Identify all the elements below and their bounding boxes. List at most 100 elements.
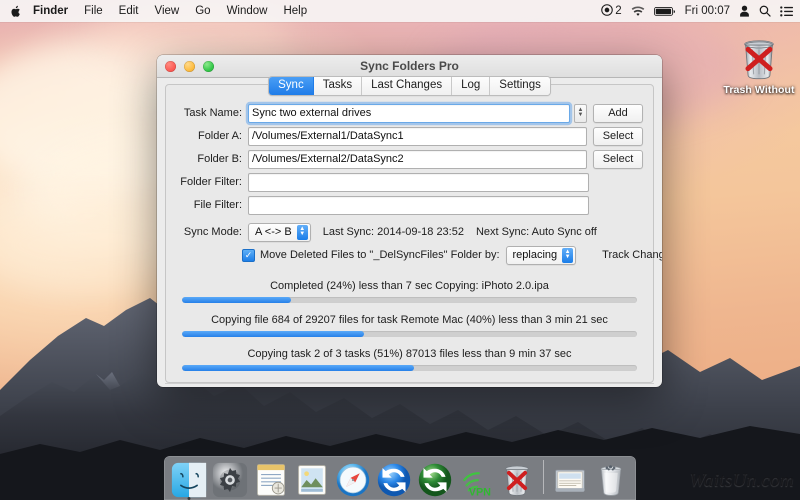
trash-without-icon <box>736 36 782 82</box>
dock-item-safari[interactable] <box>335 462 371 498</box>
progress-bar <box>182 331 637 337</box>
task-name-label: Task Name: <box>176 107 248 119</box>
task-name-row: Task Name: Sync two external drives ▲ ▼ … <box>176 104 643 122</box>
wifi-icon[interactable] <box>631 0 645 22</box>
window-footer: Sync Current Task Sync All Selected Task… <box>165 383 654 387</box>
add-button[interactable]: Add <box>593 104 643 123</box>
track-changes-label: Track Changes <box>602 249 662 261</box>
chevron-down-icon: ▼ <box>578 113 584 118</box>
move-deleted-checkbox[interactable]: ✓ <box>242 249 255 262</box>
tab-last-changes[interactable]: Last Changes <box>362 77 452 95</box>
folder-a-row: Folder A: /Volumes/External1/DataSync1 S… <box>176 127 643 145</box>
move-deleted-mode-select[interactable]: replacing ▲ ▼ <box>506 246 577 265</box>
user-icon[interactable] <box>739 0 750 22</box>
file-filter-row: File Filter: <box>176 196 643 214</box>
move-deleted-mode-value: replacing <box>513 249 558 261</box>
folder-filter-label: Folder Filter: <box>176 176 248 188</box>
folder-b-select-button[interactable]: Select <box>593 150 643 169</box>
move-deleted-row: ✓ Move Deleted Files to "_DelSyncFiles" … <box>176 246 643 264</box>
minimize-button[interactable] <box>184 61 195 72</box>
dock-item-sync-folders-blue[interactable] <box>376 462 412 498</box>
dock-item-system-preferences[interactable] <box>212 462 248 498</box>
window-titlebar[interactable]: Sync Folders Pro <box>157 55 662 78</box>
sync-form: Task Name: Sync two external drives ▲ ▼ … <box>166 85 653 264</box>
tab-sync[interactable]: Sync <box>269 77 314 95</box>
dock-item-documents-stack[interactable] <box>552 462 588 498</box>
progress-bar-fill <box>182 331 364 337</box>
desktop-icon-label: Trash Without <box>723 84 794 96</box>
dock-item-sync-folders-green[interactable] <box>417 462 453 498</box>
screen-record-status[interactable]: 2 <box>601 0 621 22</box>
record-circle-icon <box>601 4 613 19</box>
next-sync-label: Next Sync: Auto Sync off <box>476 226 597 238</box>
menu-bar: Finder File Edit View Go Window Help 2 <box>0 0 800 22</box>
menu-bar-left: Finder File Edit View Go Window Help <box>0 0 315 22</box>
progress-bar-fill <box>182 365 414 371</box>
notification-center-icon[interactable] <box>780 0 793 22</box>
apple-logo-icon[interactable] <box>7 0 25 22</box>
sync-panel: Sync Tasks Last Changes Log Settings Tas… <box>165 84 654 383</box>
zoom-button[interactable] <box>203 61 214 72</box>
chevron-down-icon: ▼ <box>299 232 305 237</box>
menu-bar-status: 2 Fri 00:07 <box>601 0 800 22</box>
progress-bar <box>182 365 637 371</box>
progress-item: Copying task 2 of 3 tasks (51%) 87013 fi… <box>182 348 637 371</box>
progress-status-text: Copying file 684 of 29207 files for task… <box>182 314 637 326</box>
sync-mode-value: A <-> B <box>255 226 292 238</box>
sync-mode-row: Sync Mode: A <-> B ▲ ▼ Last Sync: 2014-0… <box>176 223 643 241</box>
sync-mode-label: Sync Mode: <box>176 226 248 238</box>
file-filter-input[interactable] <box>248 196 589 215</box>
file-filter-label: File Filter: <box>176 199 248 211</box>
tab-log[interactable]: Log <box>452 77 490 95</box>
menu-item-view[interactable]: View <box>147 0 188 22</box>
chevron-down-icon: ▼ <box>565 255 571 260</box>
folder-a-input[interactable]: /Volumes/External1/DataSync1 <box>248 127 587 146</box>
clock-display[interactable]: Fri 00:07 <box>685 0 730 22</box>
folder-b-row: Folder B: /Volumes/External2/DataSync2 S… <box>176 150 643 168</box>
task-name-stepper[interactable]: ▲ ▼ <box>574 104 587 123</box>
folder-a-select-button[interactable]: Select <box>593 127 643 146</box>
dock-item-trash[interactable] <box>593 462 629 498</box>
dock-separator <box>543 460 544 494</box>
dock-item-finder[interactable] <box>171 462 207 498</box>
progress-item: Completed (24%) less than 7 sec Copying:… <box>182 280 637 303</box>
sync-mode-select[interactable]: A <-> B ▲ ▼ <box>248 223 311 242</box>
progress-bar <box>182 297 637 303</box>
progress-item: Copying file 684 of 29207 files for task… <box>182 314 637 337</box>
folder-a-label: Folder A: <box>176 130 248 142</box>
progress-section: Completed (24%) less than 7 sec Copying:… <box>166 264 653 371</box>
menu-item-edit[interactable]: Edit <box>111 0 147 22</box>
dock-item-vpn[interactable]: VPN <box>458 462 494 498</box>
tab-settings[interactable]: Settings <box>490 77 550 95</box>
task-name-input[interactable]: Sync two external drives <box>248 104 570 123</box>
tab-tasks[interactable]: Tasks <box>314 77 362 95</box>
sync-folders-pro-window: Sync Folders Pro Sync Tasks Last Changes… <box>157 55 662 387</box>
record-count: 2 <box>615 5 621 17</box>
dock-item-textedit[interactable] <box>253 462 289 498</box>
progress-status-text: Copying task 2 of 3 tasks (51%) 87013 fi… <box>182 348 637 360</box>
move-mode-stepper-icon: ▲ ▼ <box>562 248 573 263</box>
last-sync-label: Last Sync: 2014-09-18 23:52 <box>323 226 464 238</box>
menu-item-help[interactable]: Help <box>275 0 315 22</box>
menu-item-file[interactable]: File <box>76 0 111 22</box>
dock-item-preview[interactable] <box>294 462 330 498</box>
battery-icon[interactable] <box>654 0 676 22</box>
folder-b-label: Folder B: <box>176 153 248 165</box>
tab-bar: Sync Tasks Last Changes Log Settings <box>166 76 653 96</box>
window-body: Sync Tasks Last Changes Log Settings Tas… <box>157 78 662 387</box>
menu-item-window[interactable]: Window <box>219 0 276 22</box>
desktop-icon-trash-without[interactable]: Trash Without <box>720 36 798 96</box>
dock: VPN <box>164 456 636 500</box>
window-title: Sync Folders Pro <box>157 59 662 73</box>
sync-mode-stepper-icon: ▲ ▼ <box>297 225 308 240</box>
dock-item-trash-without[interactable] <box>499 462 535 498</box>
close-button[interactable] <box>165 61 176 72</box>
folder-b-input[interactable]: /Volumes/External2/DataSync2 <box>248 150 587 169</box>
menu-item-finder[interactable]: Finder <box>25 0 76 22</box>
folder-filter-input[interactable] <box>248 173 589 192</box>
progress-status-text: Completed (24%) less than 7 sec Copying:… <box>182 280 637 292</box>
menu-item-go[interactable]: Go <box>187 0 218 22</box>
spotlight-search-icon[interactable] <box>759 0 771 22</box>
folder-filter-row: Folder Filter: <box>176 173 643 191</box>
checkmark-icon: ✓ <box>245 251 253 260</box>
